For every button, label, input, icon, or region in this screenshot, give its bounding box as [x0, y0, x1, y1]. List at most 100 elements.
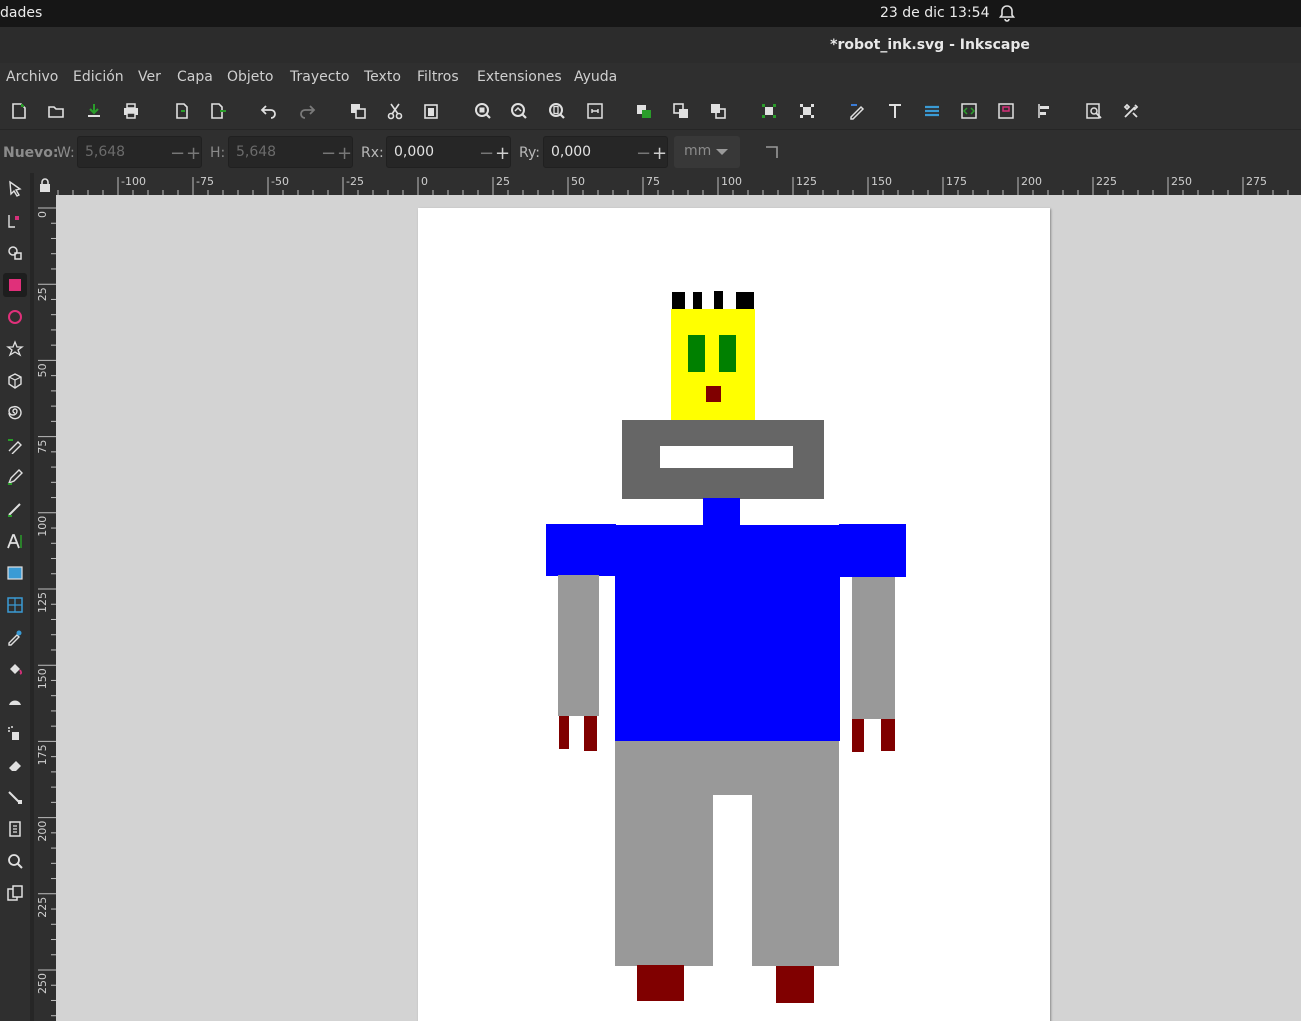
right-arm[interactable]: [852, 577, 895, 719]
ry-value[interactable]: 0,000: [551, 144, 591, 160]
zoom-tool-icon[interactable]: [3, 849, 27, 873]
right-eye[interactable]: [719, 335, 736, 372]
mesh-tool-icon[interactable]: [3, 593, 27, 617]
align-distribute-icon[interactable]: [1033, 100, 1055, 122]
rx-increment-button[interactable]: +: [495, 143, 510, 164]
height-spinbox[interactable]: 5,648 − +: [228, 136, 353, 168]
bell-icon[interactable]: [998, 4, 1016, 22]
mouth[interactable]: [706, 386, 721, 402]
paint-bucket-tool-icon[interactable]: [3, 657, 27, 681]
duplicate-icon[interactable]: [347, 100, 369, 122]
left-finger-2[interactable]: [584, 716, 597, 751]
connector-tool-icon[interactable]: [3, 785, 27, 809]
tweak-tool-icon[interactable]: [3, 241, 27, 265]
menu-capa[interactable]: Capa: [177, 69, 213, 85]
horizontal-ruler[interactable]: -100 -75 -50 -25 0 25 50 75 100 125 150 175 200 225 25…: [56, 173, 1301, 195]
eraser-tool-icon[interactable]: [3, 753, 27, 777]
canvas[interactable]: [56, 195, 1301, 1021]
zoom-drawing-icon[interactable]: [508, 100, 530, 122]
find-replace-icon[interactable]: [1083, 100, 1105, 122]
vertical-ruler[interactable]: 0 25 50 75 100 125 150 175 200 225 250: [34, 195, 56, 1021]
selector-tool-icon[interactable]: [3, 177, 27, 201]
select-original-icon[interactable]: [707, 100, 729, 122]
unlink-clone-icon[interactable]: [670, 100, 692, 122]
hair-spike-3[interactable]: [714, 291, 723, 309]
unit-dropdown[interactable]: mm: [674, 136, 740, 168]
left-leg[interactable]: [615, 794, 713, 966]
hair-spike-2[interactable]: [693, 292, 702, 309]
xml-editor-icon[interactable]: [958, 100, 980, 122]
right-foot[interactable]: [776, 966, 814, 1003]
menu-ayuda[interactable]: Ayuda: [574, 69, 617, 85]
clone-icon[interactable]: [633, 100, 655, 122]
bezier-tool-icon[interactable]: [3, 433, 27, 457]
guides-lock[interactable]: [34, 173, 56, 195]
redo-icon[interactable]: [296, 100, 318, 122]
not-rounded-icon[interactable]: [764, 145, 780, 165]
open-icon[interactable]: [45, 100, 67, 122]
print-icon[interactable]: [120, 100, 142, 122]
width-increment-button[interactable]: +: [186, 143, 201, 164]
torso[interactable]: [615, 525, 840, 741]
width-value[interactable]: 5,648: [85, 144, 125, 160]
right-finger-1[interactable]: [852, 719, 864, 752]
system-clock[interactable]: 23 de dic 13:54: [880, 5, 989, 21]
height-value[interactable]: 5,648: [236, 144, 276, 160]
ry-increment-button[interactable]: +: [652, 143, 667, 164]
preferences-icon[interactable]: [1120, 100, 1142, 122]
hips[interactable]: [615, 741, 839, 795]
zoom-page-icon[interactable]: [546, 100, 568, 122]
menu-archivo[interactable]: Archivo: [6, 69, 58, 85]
menu-ver[interactable]: Ver: [138, 69, 161, 85]
gradient-tool-icon[interactable]: [3, 561, 27, 585]
fill-stroke-icon[interactable]: [846, 100, 868, 122]
lock-icon[interactable]: [38, 177, 52, 196]
left-foot[interactable]: [637, 965, 684, 1001]
calligraphy-tool-icon[interactable]: [3, 497, 27, 521]
import-icon[interactable]: [171, 100, 193, 122]
height-decrement-button[interactable]: −: [321, 143, 336, 164]
spiral-tool-icon[interactable]: [3, 401, 27, 425]
new-document-icon[interactable]: [8, 100, 30, 122]
rx-decrement-button[interactable]: −: [479, 143, 494, 164]
menu-extensiones[interactable]: Extensiones: [477, 69, 562, 85]
page[interactable]: [418, 208, 1050, 1021]
left-shoulder[interactable]: [546, 524, 616, 576]
menu-edicion[interactable]: Edición: [73, 69, 124, 85]
neck[interactable]: [703, 498, 740, 528]
pencil-tool-icon[interactable]: [3, 465, 27, 489]
3d-box-tool-icon[interactable]: [3, 369, 27, 393]
tweak-objects-tool-icon[interactable]: [3, 689, 27, 713]
ellipse-tool-icon[interactable]: [3, 305, 27, 329]
paste-icon[interactable]: [420, 100, 442, 122]
save-icon[interactable]: [83, 100, 105, 122]
left-eye[interactable]: [688, 335, 705, 372]
dropper-tool-icon[interactable]: [3, 625, 27, 649]
document-properties-icon[interactable]: [995, 100, 1017, 122]
measure-tool-icon[interactable]: [3, 817, 27, 841]
menu-trayecto[interactable]: Trayecto: [290, 69, 349, 85]
pages-tool-icon[interactable]: [3, 881, 27, 905]
node-tool-icon[interactable]: [3, 209, 27, 233]
right-shoulder[interactable]: [839, 524, 906, 577]
zoom-selection-icon[interactable]: [472, 100, 494, 122]
text-tool-icon[interactable]: [3, 529, 27, 553]
left-finger-1[interactable]: [559, 716, 569, 749]
hair-spike-4[interactable]: [736, 292, 754, 309]
group-icon[interactable]: [758, 100, 780, 122]
export-icon[interactable]: [207, 100, 229, 122]
activities-label[interactable]: dades: [0, 5, 42, 21]
neck-window[interactable]: [660, 446, 793, 468]
rx-spinbox[interactable]: 0,000 − +: [386, 136, 511, 168]
left-arm[interactable]: [558, 575, 599, 716]
text-font-icon[interactable]: [884, 100, 906, 122]
height-increment-button[interactable]: +: [337, 143, 352, 164]
menu-texto[interactable]: Texto: [364, 69, 401, 85]
zoom-page-width-icon[interactable]: [584, 100, 606, 122]
ungroup-icon[interactable]: [796, 100, 818, 122]
star-tool-icon[interactable]: [3, 337, 27, 361]
spray-tool-icon[interactable]: [3, 721, 27, 745]
layers-icon[interactable]: [921, 100, 943, 122]
width-spinbox[interactable]: 5,648 − +: [77, 136, 202, 168]
undo-icon[interactable]: [258, 100, 280, 122]
